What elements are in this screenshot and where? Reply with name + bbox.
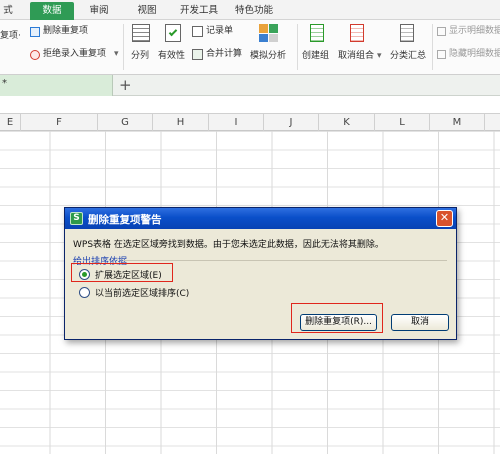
column-header-row: E F G H I J K L M (0, 114, 500, 131)
tab-formula-partial[interactable]: 式 (0, 3, 16, 20)
ribbon-tab-bar: 式 数据 审阅 视图 开发工具 特色功能 (0, 0, 500, 20)
column-header[interactable]: L (375, 114, 430, 131)
current-selection-label[interactable]: 以当前选定区域排序(C) (95, 286, 189, 299)
column-header[interactable]: I (209, 114, 264, 131)
what-if-analysis-icon (259, 24, 279, 42)
tab-special-features[interactable]: 特色功能 (230, 3, 278, 20)
cancel-button[interactable]: 取消 (391, 314, 449, 331)
show-detail-icon (437, 27, 446, 36)
subtotal-icon (400, 24, 414, 42)
chevron-down-icon[interactable]: ▾ (377, 50, 382, 62)
record-form-button[interactable]: 记录单 (206, 25, 233, 37)
column-header[interactable]: E (0, 114, 21, 131)
document-tab[interactable]: * (0, 75, 113, 96)
tab-review[interactable]: 审阅 (82, 3, 116, 20)
ribbon-separator (432, 24, 433, 70)
ribbon-separator (123, 24, 124, 70)
hide-detail-button[interactable]: 隐藏明细数据 (449, 48, 500, 60)
chevron-down-icon[interactable]: ▾ (114, 48, 119, 60)
ribbon-separator (297, 24, 298, 70)
subtotal-button[interactable]: 分类汇总 (390, 50, 426, 62)
remove-duplicates-button[interactable]: 删除重复项 (43, 25, 88, 37)
close-icon[interactable]: ✕ (436, 210, 453, 227)
column-header[interactable]: M (430, 114, 485, 131)
column-header[interactable]: K (319, 114, 375, 131)
tab-developer[interactable]: 开发工具 (175, 3, 223, 20)
ungroup-button[interactable]: 取消组合 (338, 50, 374, 62)
group-divider (123, 260, 447, 261)
show-detail-button[interactable]: 显示明细数据 (449, 25, 500, 37)
new-tab-plus-icon[interactable]: + (119, 76, 132, 94)
split-columns-button[interactable]: 分列 (131, 50, 149, 62)
consolidate-icon (192, 49, 203, 60)
dialog-title: 删除重复项警告 (88, 214, 162, 226)
record-form-icon (192, 26, 203, 37)
consolidate-button[interactable]: 合并计算 (206, 48, 242, 60)
document-tab-strip: * + (0, 75, 500, 96)
column-header[interactable]: H (153, 114, 209, 131)
remove-duplicates-icon (30, 27, 40, 37)
split-columns-icon (132, 24, 150, 42)
column-header[interactable]: G (98, 114, 153, 131)
formula-bar[interactable] (0, 96, 500, 114)
ribbon: 复项· 删除重复项 拒绝录入重复项 ▾ 分列 有效性 记录单 合并计算 模拟分析… (0, 20, 500, 75)
column-header[interactable]: J (264, 114, 319, 131)
validity-button[interactable]: 有效性 (158, 50, 185, 62)
remove-duplicates-confirm-button[interactable]: 删除重复项(R)... (300, 314, 377, 331)
wps-app-icon: S (70, 212, 83, 225)
current-selection-radio[interactable] (79, 287, 90, 298)
document-tab-label: * (2, 78, 7, 89)
tab-data[interactable]: 数据 (30, 2, 74, 20)
reject-duplicates-button[interactable]: 拒绝录入重复项 (43, 48, 106, 60)
ungroup-icon (350, 24, 364, 42)
reject-duplicates-icon (30, 50, 40, 60)
column-header[interactable]: F (21, 114, 98, 131)
hide-detail-icon (437, 50, 446, 59)
ribbon-partial-remove[interactable]: 复项· (0, 30, 21, 42)
create-group-icon (310, 24, 324, 42)
dialog-message: WPS表格 在选定区域旁找到数据。由于您未选定此数据，因此无法将其删除。 (73, 240, 384, 250)
dialog-title-bar[interactable]: S 删除重复项警告 ✕ (65, 208, 456, 229)
tab-view[interactable]: 视图 (132, 3, 162, 20)
validity-icon (165, 24, 181, 42)
create-group-button[interactable]: 创建组 (302, 50, 329, 62)
what-if-analysis-button[interactable]: 模拟分析 (250, 50, 286, 62)
remove-duplicates-warning-dialog: S 删除重复项警告 ✕ WPS表格 在选定区域旁找到数据。由于您未选定此数据，因… (64, 207, 457, 340)
highlight-box (71, 263, 173, 282)
